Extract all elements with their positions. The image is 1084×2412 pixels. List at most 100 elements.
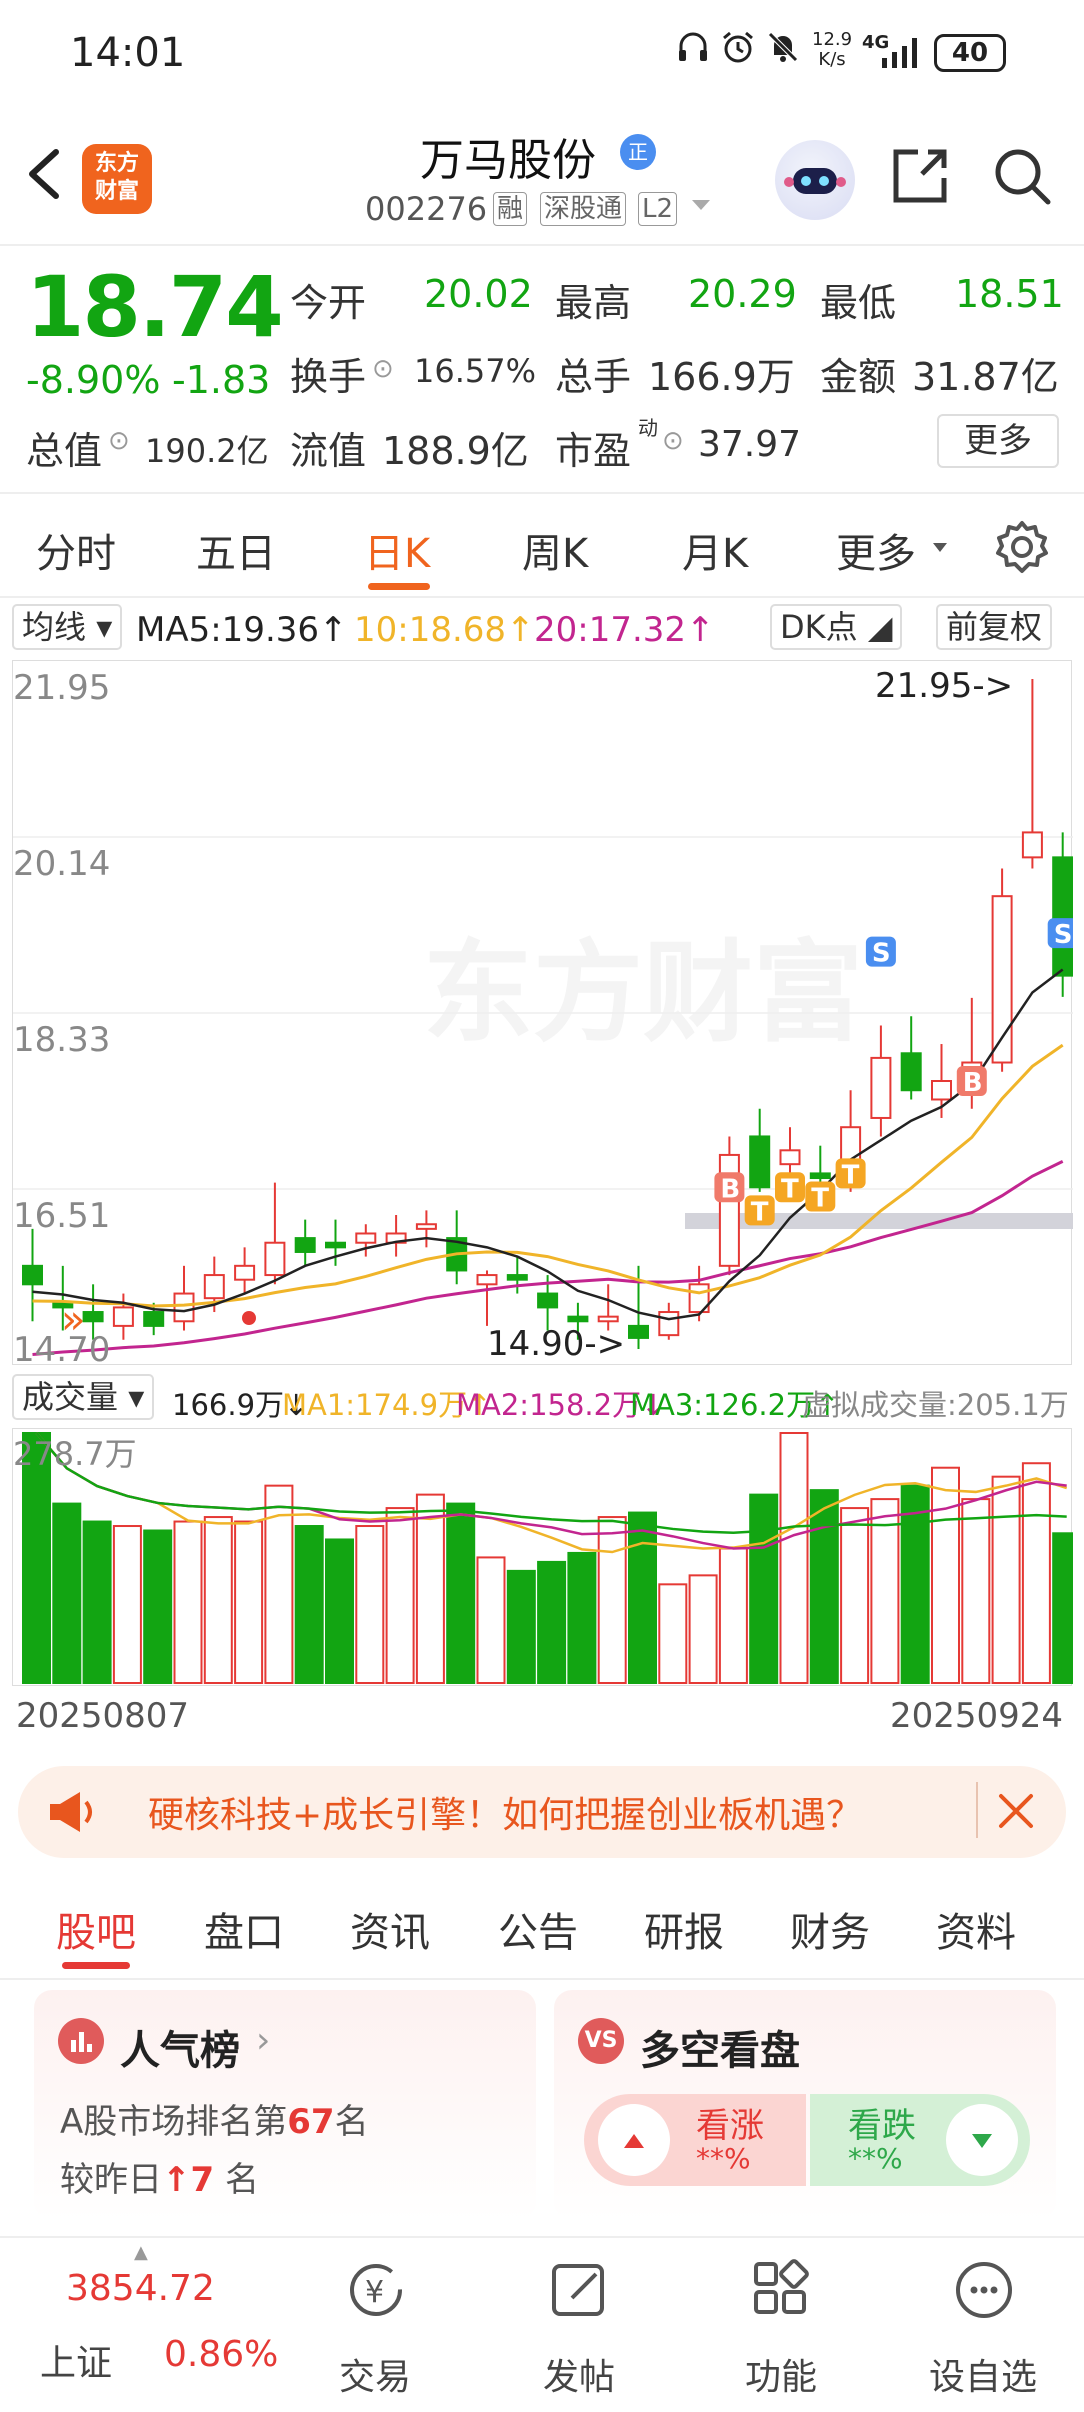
candle-body[interactable] (203, 1274, 225, 1300)
bull-button[interactable]: 看涨 **% (584, 2094, 806, 2186)
trade-button[interactable]: 交易 (310, 2348, 440, 2400)
candle-body[interactable] (628, 1324, 649, 1339)
index-change[interactable]: 0.86% (164, 2334, 278, 2375)
tab-weekly-k[interactable]: 周K (522, 521, 588, 579)
volume-bar[interactable] (234, 1520, 264, 1684)
candle-body[interactable] (1021, 831, 1043, 859)
candle-body[interactable] (779, 1149, 801, 1166)
candle-body[interactable] (476, 1274, 498, 1286)
volume-bar[interactable] (476, 1556, 506, 1684)
candle-body[interactable] (506, 1274, 528, 1281)
candle-body[interactable] (658, 1311, 680, 1337)
volume-bar[interactable] (52, 1502, 82, 1684)
adjust-button[interactable]: 前复权 (936, 604, 1053, 650)
volume-bar[interactable] (355, 1525, 385, 1685)
candle-body[interactable] (173, 1292, 195, 1323)
close-icon[interactable] (993, 1788, 1039, 1838)
volume-bar[interactable] (567, 1551, 597, 1684)
back-button[interactable] (18, 144, 78, 204)
volume-bar[interactable] (446, 1502, 476, 1684)
candle-body[interactable] (718, 1153, 740, 1267)
volume-bar[interactable] (597, 1516, 627, 1684)
tab-news[interactable]: 资讯 (350, 1900, 430, 1958)
tab-orderbook[interactable]: 盘口 (204, 1900, 284, 1958)
settings-gear-icon[interactable] (994, 519, 1050, 579)
volume-bar[interactable] (840, 1507, 870, 1684)
kline-chart[interactable]: 东方财富 21.95 20.14 18.33 16.51 14.70 21.95… (12, 660, 1078, 1370)
info-icon[interactable]: ⊙ (662, 426, 684, 456)
volume-bar[interactable] (658, 1583, 688, 1684)
volume-bar[interactable] (385, 1507, 415, 1684)
post-icon[interactable] (544, 2254, 616, 2330)
candle-body[interactable] (1052, 856, 1074, 977)
candle-body[interactable] (234, 1264, 256, 1281)
volume-bar[interactable] (718, 1547, 748, 1684)
candle-body[interactable] (900, 1052, 922, 1092)
more-quote-button[interactable]: 更多 (937, 414, 1059, 468)
index-name[interactable]: 上证 (40, 2334, 112, 2386)
share-icon[interactable] (888, 144, 952, 212)
candle-body[interactable] (22, 1264, 43, 1286)
candle-body[interactable] (931, 1080, 952, 1101)
tab-announcements[interactable]: 公告 (498, 1900, 578, 1958)
volume-bar[interactable] (961, 1498, 991, 1684)
dk-point-button[interactable]: DK点 ◢ (770, 604, 903, 650)
event-dot[interactable] (242, 1311, 256, 1325)
indicator-selector[interactable]: 均线 ▾ (12, 604, 123, 650)
candle-body[interactable] (749, 1135, 771, 1189)
volume-bar[interactable] (143, 1529, 173, 1684)
candle-body[interactable] (82, 1311, 104, 1323)
tab-daily-k[interactable]: 日K (364, 521, 430, 579)
bear-button[interactable]: 看跌 **% (810, 2094, 1030, 2186)
dropdown-caret-icon[interactable] (690, 196, 712, 218)
caret-up-icon[interactable]: ▲ (134, 2242, 148, 2263)
candle-body[interactable] (294, 1237, 316, 1253)
volume-bar[interactable] (506, 1569, 536, 1685)
tab-profile[interactable]: 资料 (936, 1900, 1016, 1958)
popularity-card[interactable]: 人气榜 › A股市场排名第67名 较昨日↑7 名 (34, 1990, 536, 2220)
volume-bar[interactable] (931, 1466, 960, 1684)
index-value[interactable]: 3854.72 (66, 2268, 215, 2309)
volume-bar[interactable] (294, 1525, 324, 1685)
candle-body[interactable] (809, 1172, 831, 1180)
volume-bar[interactable] (203, 1516, 233, 1684)
promo-banner[interactable]: 硬核科技+成长引擎！如何把握创业板机遇？ (18, 1766, 1066, 1858)
volume-bar[interactable] (688, 1574, 718, 1684)
tab-more[interactable]: 更多 (836, 521, 916, 579)
candle-body[interactable] (537, 1292, 559, 1309)
volume-bar[interactable] (1052, 1532, 1082, 1684)
candle-body[interactable] (325, 1241, 346, 1249)
tab-five-day[interactable]: 五日 (196, 521, 276, 579)
scroll-left-icon[interactable]: » (61, 1297, 85, 1343)
volume-chart[interactable]: 278.7万 (12, 1428, 1082, 1686)
volume-bar[interactable] (112, 1525, 142, 1685)
more-dots-icon[interactable] (948, 2254, 1020, 2330)
volume-bar[interactable] (325, 1538, 354, 1684)
tab-intraday[interactable]: 分时 (36, 521, 116, 579)
volume-selector[interactable]: 成交量 ▾ (12, 1374, 155, 1420)
sentiment-card[interactable]: VS 多空看盘 看涨 **% 看跌 **% (554, 1990, 1056, 2220)
info-icon[interactable]: ⊙ (108, 426, 130, 456)
candle-body[interactable] (870, 1056, 892, 1119)
ai-assistant-avatar[interactable] (775, 140, 855, 220)
candle-body[interactable] (143, 1311, 165, 1327)
chevron-right-icon[interactable]: › (256, 2020, 270, 2061)
candle-body[interactable] (597, 1315, 619, 1323)
volume-bar[interactable] (173, 1520, 203, 1684)
candle-body[interactable] (112, 1306, 134, 1327)
volume-bar[interactable] (809, 1489, 839, 1685)
tab-guba[interactable]: 股吧 (56, 1900, 136, 1958)
caret-down-icon[interactable] (932, 539, 948, 558)
candle-body[interactable] (415, 1223, 437, 1230)
volume-bar[interactable] (779, 1432, 809, 1684)
volume-bar[interactable] (991, 1475, 1021, 1684)
functions-grid-icon[interactable] (746, 2254, 818, 2330)
volume-bar[interactable] (749, 1493, 779, 1685)
volume-bar[interactable] (82, 1520, 112, 1684)
post-button[interactable]: 发帖 (514, 2348, 644, 2400)
functions-button[interactable]: 功能 (716, 2348, 846, 2400)
volume-bar[interactable] (1021, 1462, 1051, 1684)
trade-icon[interactable]: ¥ (340, 2254, 412, 2330)
candle-body[interactable] (567, 1315, 589, 1323)
add-watchlist-button[interactable]: 设自选 (918, 2348, 1048, 2400)
